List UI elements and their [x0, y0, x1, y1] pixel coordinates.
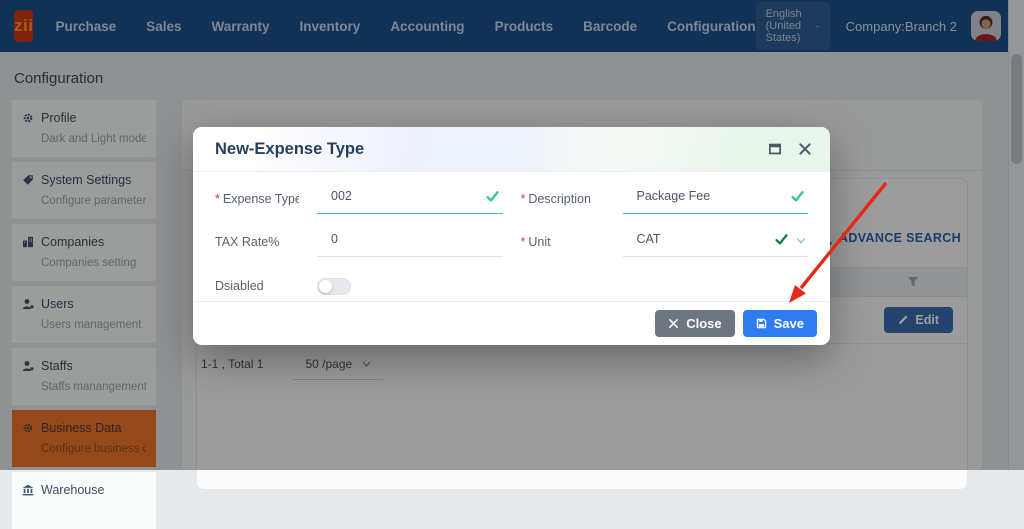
bank-icon	[22, 484, 34, 496]
save-button-label: Save	[774, 316, 804, 331]
close-button[interactable]: Close	[655, 310, 734, 337]
new-expense-type-modal: New-Expense Type Expense Type C... 002 D…	[193, 127, 830, 345]
valid-check-icon	[775, 233, 788, 246]
unit-label: Unit	[521, 232, 605, 249]
modal-header-actions	[768, 142, 812, 156]
chevron-down-icon	[796, 236, 806, 246]
x-icon	[668, 318, 679, 329]
expense-type-code-input[interactable]: 002	[317, 189, 503, 214]
description-value: Package Fee	[637, 189, 711, 203]
description-label: Description	[521, 189, 605, 206]
sidebar-item-warehouse[interactable]: Warehouse	[12, 472, 156, 529]
unit-select[interactable]: CAT	[623, 232, 809, 257]
close-icon[interactable]	[798, 142, 812, 156]
close-button-label: Close	[686, 316, 721, 331]
disabled-label: Dsiabled	[215, 276, 299, 293]
expense-type-code-label: Expense Type C...	[215, 189, 299, 206]
unit-value: CAT	[637, 232, 661, 246]
modal-form: Expense Type C... 002 Description Packag…	[193, 171, 830, 301]
valid-check-icon	[791, 190, 804, 203]
valid-check-icon	[486, 190, 499, 203]
description-input[interactable]: Package Fee	[623, 189, 809, 214]
modal-title: New-Expense Type	[215, 140, 364, 159]
floppy-save-icon	[756, 318, 767, 329]
tax-rate-label: TAX Rate%	[215, 232, 299, 249]
tax-rate-input[interactable]: 0	[317, 232, 503, 257]
tax-rate-value: 0	[331, 232, 338, 246]
disabled-toggle[interactable]	[317, 278, 351, 295]
modal-header: New-Expense Type	[193, 127, 830, 172]
maximize-icon[interactable]	[768, 142, 782, 156]
expense-type-code-value: 002	[331, 189, 352, 203]
modal-footer: Close Save	[193, 301, 830, 345]
sidebar-item-label: Warehouse	[41, 483, 104, 497]
save-button[interactable]: Save	[743, 310, 817, 337]
